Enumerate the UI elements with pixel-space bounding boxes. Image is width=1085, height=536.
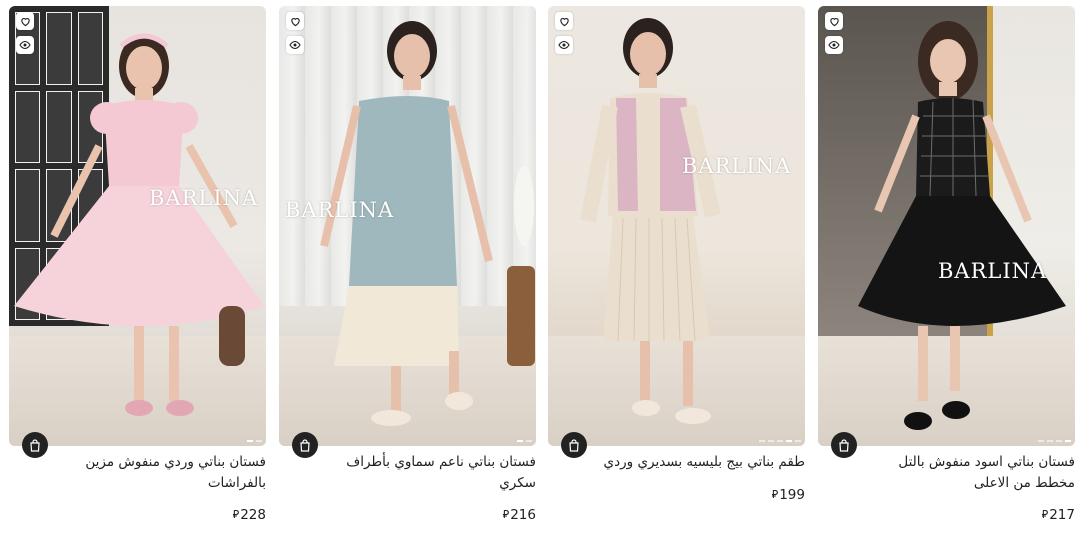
brand-watermark: BARLINA <box>682 154 792 178</box>
product-card[interactable]: BARLINA فستان بناتي ناعم سماوي بأطراف سك… <box>279 6 536 534</box>
shopping-bag-icon <box>300 438 310 452</box>
product-image[interactable]: BARLINA <box>818 6 1075 446</box>
heart-icon <box>20 17 30 26</box>
product-title[interactable]: فستان بناتي وردي منفوش مزين بالفراشات <box>20 452 266 494</box>
shopping-bag-icon <box>839 438 849 452</box>
heart-icon <box>829 17 839 26</box>
heart-icon <box>559 17 569 26</box>
quick-view-button[interactable] <box>286 36 304 54</box>
quick-view-button[interactable] <box>825 36 843 54</box>
eye-icon <box>558 40 570 50</box>
brand-watermark: BARLINA <box>938 259 1048 283</box>
image-pagination-dots <box>759 440 801 442</box>
quick-view-button[interactable] <box>555 36 573 54</box>
eye-icon <box>828 40 840 50</box>
product-price: ⃁ 199 <box>771 487 805 503</box>
riyal-currency-symbol: ⃁ <box>771 488 779 501</box>
product-title[interactable]: طقم بناتي بيج بليسيه بسديري وردي <box>559 452 805 473</box>
brand-watermark: BARLINA <box>149 186 259 210</box>
child-model-blue-dress <box>320 21 535 426</box>
child-model-black-dress <box>858 21 1066 430</box>
riyal-currency-symbol: ⃁ <box>232 508 240 521</box>
shopping-bag-icon <box>569 438 579 452</box>
image-pagination-dots <box>1038 440 1071 442</box>
wishlist-button[interactable] <box>825 12 843 30</box>
brand-watermark: BARLINA <box>285 198 395 222</box>
product-price: ⃁ 216 <box>502 507 536 523</box>
image-pagination-dots <box>247 440 262 442</box>
product-price: ⃁ 228 <box>232 507 266 523</box>
product-card[interactable]: BARLINA طقم بناتي بيج بليسيه بسديري وردي… <box>548 6 805 534</box>
product-image[interactable]: BARLINA <box>548 6 805 446</box>
riyal-currency-symbol: ⃁ <box>1041 508 1049 521</box>
riyal-currency-symbol: ⃁ <box>502 508 510 521</box>
shopping-bag-icon <box>30 438 40 452</box>
product-price: ⃁ 217 <box>1041 507 1075 523</box>
wishlist-button[interactable] <box>16 12 34 30</box>
child-model-beige-set <box>580 18 721 424</box>
product-card[interactable]: BARLINA فستان بناتي وردي منفوش مزين بالف… <box>9 6 266 534</box>
product-grid: BARLINA فستان بناتي وردي منفوش مزين بالف… <box>0 0 1085 536</box>
heart-icon <box>290 17 300 26</box>
product-title[interactable]: فستان بناتي ناعم سماوي بأطراف سكري <box>290 452 536 494</box>
product-image[interactable]: BARLINA <box>279 6 536 446</box>
product-image[interactable]: BARLINA <box>9 6 266 446</box>
wishlist-button[interactable] <box>286 12 304 30</box>
quick-view-button[interactable] <box>16 36 34 54</box>
eye-icon <box>289 40 301 50</box>
eye-icon <box>19 40 31 50</box>
wishlist-button[interactable] <box>555 12 573 30</box>
image-pagination-dots <box>517 440 532 442</box>
product-title[interactable]: فستان بناتي اسود منفوش بالتل مخطط من الا… <box>829 452 1075 494</box>
product-card[interactable]: BARLINA فستان بناتي اسود منفوش بالتل مخط… <box>818 6 1075 534</box>
child-model-pink-dress <box>14 33 264 416</box>
